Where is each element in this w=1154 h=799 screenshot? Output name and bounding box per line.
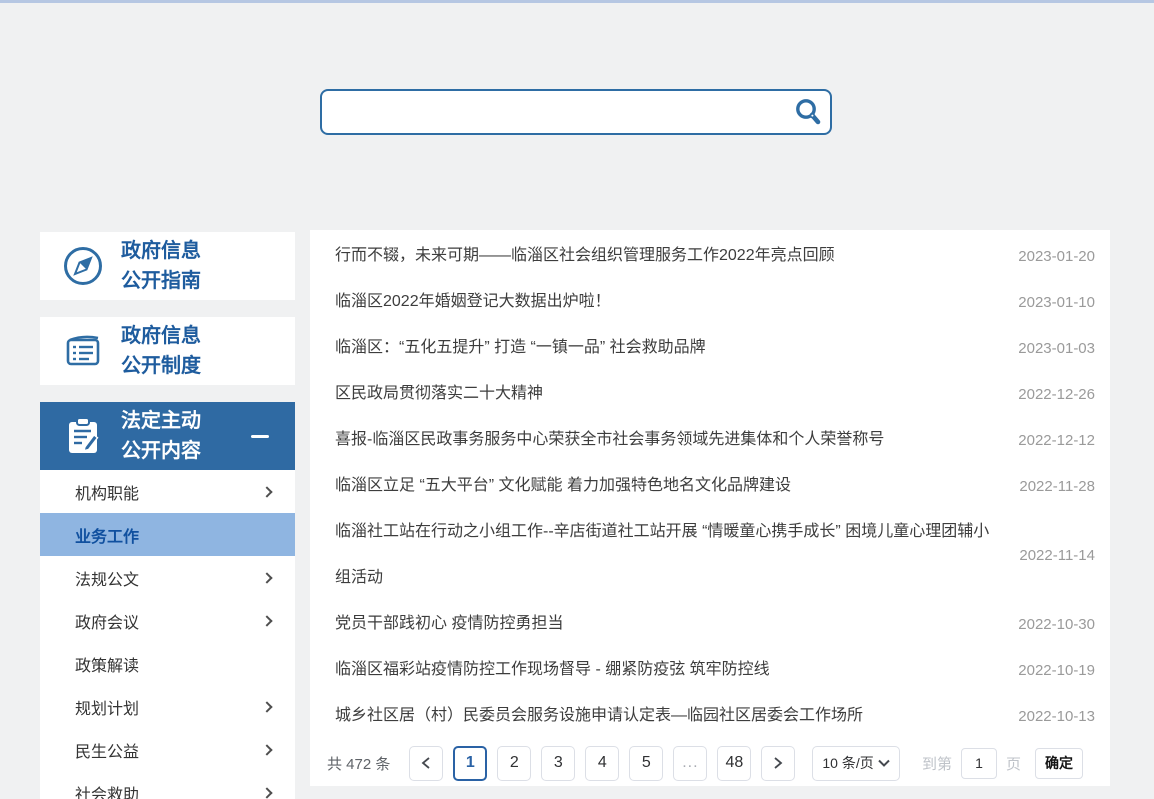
article-date: 2023-01-20 (1018, 247, 1095, 265)
search-icon (796, 99, 821, 125)
article-link[interactable]: 临淄社工站在行动之小组工作--辛店街道社工站开展 “情暖童心携手成长” 困境儿童… (325, 509, 1019, 601)
chevron-right-icon (261, 700, 273, 713)
page-ellipsis[interactable]: ... (673, 745, 708, 781)
jump-prefix-label: 到第 (921, 755, 952, 773)
article-date: 2022-11-28 (1019, 477, 1095, 495)
article-date: 2023-01-10 (1018, 293, 1095, 311)
article-link[interactable]: 临淄区福彩站疫情防控工作现场督导 - 绷紧防疫弦 筑牢防控线 (325, 647, 1018, 693)
search-button[interactable] (786, 91, 830, 133)
chevron-right-icon (261, 571, 273, 584)
article-date: 2022-10-19 (1018, 661, 1095, 679)
article-link[interactable]: 党员干部践初心 疫情防控勇担当 (325, 601, 1018, 647)
sidebar-item-label: 政府信息 公开制度 (121, 325, 201, 377)
article-row: 临淄区：“五化五提升” 打造 “一镇一品” 社会救助品牌 2023-01-03 (325, 325, 1095, 371)
sidebar-item-public-welfare[interactable]: 民生公益 (40, 728, 295, 771)
article-row: 临淄社工站在行动之小组工作--辛店街道社工站开展 “情暖童心携手成长” 困境儿童… (325, 509, 1095, 601)
page: 政府信息 公开指南 政府信息 公开制度 法定主动 公开内容 机构职能 业务工作 … (0, 0, 1154, 799)
next-page-button[interactable] (761, 745, 796, 781)
sidebar-item-statutory-disclosure[interactable]: 法定主动 公开内容 (40, 402, 295, 470)
sidebar-item-gov-info-system[interactable]: 政府信息 公开制度 (40, 317, 295, 385)
jump-page-input[interactable] (960, 747, 997, 779)
article-date: 2022-10-30 (1018, 615, 1095, 633)
chevron-right-icon (774, 757, 783, 769)
menu-label: 机构职能 (75, 485, 140, 503)
clipboard-pencil-icon (60, 413, 106, 459)
menu-label: 政府会议 (75, 614, 140, 632)
confirm-button[interactable]: 确定 (1035, 747, 1083, 779)
collapse-minus-icon (251, 435, 269, 438)
sidebar-item-business-work[interactable]: 业务工作 (40, 513, 295, 556)
article-row: 临淄区2022年婚姻登记大数据出炉啦！ 2023-01-10 (325, 279, 1095, 325)
page-button-4[interactable]: 4 (585, 745, 620, 781)
chevron-right-icon (261, 485, 273, 498)
article-link[interactable]: 城乡社区居（村）民委员会服务设施申请认定表—临园社区居委会工作场所 (325, 693, 1018, 739)
menu-label: 政策解读 (75, 657, 140, 675)
article-row: 行而不辍，未来可期——临淄区社会组织管理服务工作2022年亮点回顾 2023-0… (325, 233, 1095, 279)
article-row: 党员干部践初心 疫情防控勇担当 2022-10-30 (325, 601, 1095, 647)
chevron-down-icon (878, 759, 891, 767)
article-list-panel: 行而不辍，未来可期——临淄区社会组织管理服务工作2022年亮点回顾 2023-0… (310, 230, 1110, 786)
sidebar-item-gov-info-guide[interactable]: 政府信息 公开指南 (40, 232, 295, 300)
top-accent-line (0, 0, 1154, 3)
sidebar-submenu: 机构职能 业务工作 法规公文 政府会议 政策解读 规划计划 民生公益 社会救助 (40, 470, 295, 799)
page-jump-group: 到第 页 确定 (921, 747, 1083, 779)
sidebar-item-regulations[interactable]: 法规公文 (40, 556, 295, 599)
sidebar-item-planning[interactable]: 规划计划 (40, 685, 295, 728)
article-link[interactable]: 行而不辍，未来可期——临淄区社会组织管理服务工作2022年亮点回顾 (325, 233, 1018, 279)
page-button-3[interactable]: 3 (541, 745, 576, 781)
page-size-value: 10 条/页 (822, 755, 874, 771)
article-row: 区民政局贯彻落实二十大精神 2022-12-26 (325, 371, 1095, 417)
sidebar-item-policy-interpretation[interactable]: 政策解读 (40, 642, 295, 685)
chevron-right-icon (261, 743, 273, 756)
menu-label: 规划计划 (75, 700, 140, 718)
chevron-left-icon (421, 757, 430, 769)
chevron-right-icon (261, 614, 273, 627)
total-count: 共 472 条 (327, 755, 391, 773)
menu-label: 业务工作 (75, 528, 140, 546)
article-row: 临淄区立足 “五大平台” 文化赋能 着力加强特色地名文化品牌建设 2022-11… (325, 463, 1095, 509)
page-button-48[interactable]: 48 (717, 745, 752, 781)
search-bar (320, 89, 832, 135)
page-button-1[interactable]: 1 (453, 745, 488, 781)
chevron-right-icon (261, 786, 273, 799)
sidebar-item-label: 法定主动 公开内容 (121, 410, 201, 462)
prev-page-button[interactable] (409, 745, 444, 781)
article-link[interactable]: 临淄区：“五化五提升” 打造 “一镇一品” 社会救助品牌 (325, 325, 1018, 371)
ledger-icon (60, 328, 106, 374)
compass-icon (60, 243, 106, 289)
page-size-select[interactable]: 10 条/页 (812, 745, 901, 781)
search-input[interactable] (322, 91, 786, 133)
article-date: 2023-01-03 (1018, 339, 1095, 357)
page-button-2[interactable]: 2 (497, 745, 532, 781)
article-date: 2022-12-26 (1018, 385, 1095, 403)
article-link[interactable]: 区民政局贯彻落实二十大精神 (325, 371, 1018, 417)
article-row: 城乡社区居（村）民委员会服务设施申请认定表—临园社区居委会工作场所 2022-1… (325, 693, 1095, 739)
menu-label: 法规公文 (75, 571, 140, 589)
article-row: 喜报-临淄区民政事务服务中心荣获全市社会事务领域先进集体和个人荣誉称号 2022… (325, 417, 1095, 463)
article-link[interactable]: 喜报-临淄区民政事务服务中心荣获全市社会事务领域先进集体和个人荣誉称号 (325, 417, 1018, 463)
sidebar-item-gov-meetings[interactable]: 政府会议 (40, 599, 295, 642)
sidebar-item-org-functions[interactable]: 机构职能 (40, 470, 295, 513)
article-row: 临淄区福彩站疫情防控工作现场督导 - 绷紧防疫弦 筑牢防控线 2022-10-1… (325, 647, 1095, 693)
menu-label: 社会救助 (75, 786, 140, 799)
article-date: 2022-11-14 (1019, 546, 1095, 564)
article-link[interactable]: 临淄区立足 “五大平台” 文化赋能 着力加强特色地名文化品牌建设 (325, 463, 1019, 509)
pagination-bar: 共 472 条 1 2 3 4 5 ... 48 10 条/页 到第 1 页 确… (325, 740, 1095, 786)
article-link[interactable]: 临淄区2022年婚姻登记大数据出炉啦！ (325, 279, 1018, 325)
article-date: 2022-10-13 (1018, 707, 1095, 725)
jump-suffix-label: 页 (1005, 755, 1021, 773)
sidebar-item-social-assistance[interactable]: 社会救助 (40, 771, 295, 799)
page-button-5[interactable]: 5 (629, 745, 664, 781)
menu-label: 民生公益 (75, 743, 140, 761)
sidebar-item-label: 政府信息 公开指南 (121, 240, 201, 292)
article-date: 2022-12-12 (1018, 431, 1095, 449)
